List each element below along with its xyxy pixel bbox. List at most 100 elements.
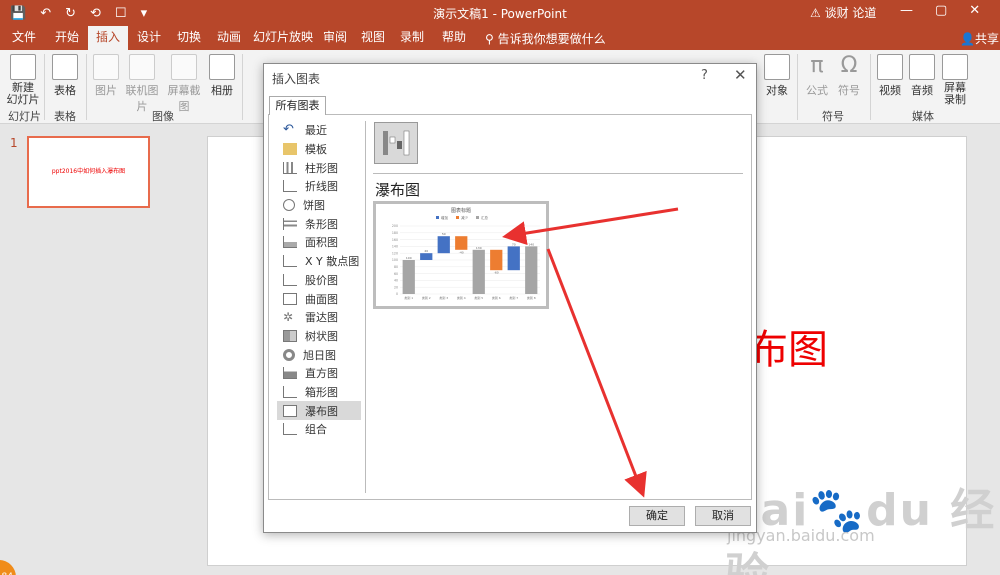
category-treemap[interactable]: 树状图 (277, 327, 361, 346)
category-templates[interactable]: 模板 (277, 140, 361, 159)
search-icon: ⚲ (485, 32, 494, 46)
tell-me-search[interactable]: ⚲ 告诉我你想要做什么 (485, 30, 606, 47)
scatter-chart-icon (283, 255, 297, 268)
picture-label: 图片 (95, 84, 117, 97)
album-label: 相册 (211, 84, 233, 97)
category-stock[interactable]: 股价图 (277, 271, 361, 290)
tab-home[interactable]: 开始 (48, 26, 86, 50)
slide-thumbnail[interactable]: ppt2016中如何插入瀑布图 (27, 136, 150, 208)
table-button[interactable]: 表格 (50, 54, 80, 98)
group-separator (86, 54, 87, 120)
share-label: 共享 (974, 32, 999, 46)
object-label: 对象 (766, 84, 788, 97)
tab-transitions[interactable]: 切换 (170, 26, 208, 50)
new-slide-button[interactable]: 新建 幻灯片 (6, 54, 40, 106)
close-icon[interactable]: ✕ (734, 66, 747, 84)
category-radar[interactable]: ✲ 雷达图 (277, 308, 361, 327)
category-histogram[interactable]: 直方图 (277, 364, 361, 383)
picture-button[interactable]: 图片 (92, 54, 120, 98)
category-pie[interactable]: 饼图 (277, 196, 361, 215)
album-icon (209, 54, 235, 80)
waterfall-bar (507, 246, 520, 271)
x-tick-label: 类别 4 (457, 295, 466, 300)
group-separator (797, 54, 798, 120)
tab-review[interactable]: 审阅 (318, 26, 352, 50)
group-separator (44, 54, 45, 120)
x-tick-label: 类别 8 (527, 295, 536, 300)
category-combo[interactable]: 组合 (277, 420, 361, 439)
album-button[interactable]: 相册 (208, 54, 236, 98)
waterfall-preview[interactable]: 图表标题 增加 减少 汇总 0 20 40 60 80 100 120 140 160 180 200 … (373, 201, 549, 309)
sunburst-chart-icon (283, 348, 295, 361)
chart-title: 图表标题 (451, 207, 471, 214)
audio-label: 音频 (911, 84, 933, 97)
area-chart-icon (283, 236, 297, 249)
maximize-icon[interactable]: ▢ (935, 3, 947, 18)
tab-design[interactable]: 设计 (130, 26, 168, 50)
symbol-button[interactable]: Ω 符号 (835, 54, 863, 98)
tab-slideshow[interactable]: 幻灯片放映 (252, 26, 314, 50)
tab-animations[interactable]: 动画 (210, 26, 248, 50)
category-boxwhisker[interactable]: 箱形图 (277, 383, 361, 402)
group-separator (870, 54, 871, 120)
data-label: 50 (442, 232, 446, 236)
category-recent[interactable]: ↶ 最近 (277, 121, 361, 140)
screenshot-button[interactable]: 屏幕截图 (164, 54, 204, 114)
ribbon-tabs: 文件 开始 插入 设计 切换 动画 幻灯片放映 审阅 视图 录制 帮助 ⚲ 告诉… (0, 26, 1000, 50)
minimize-icon[interactable]: — (900, 3, 913, 18)
slide-thumbnail-text: ppt2016中如何插入瀑布图 (51, 168, 126, 175)
waterfall-chart-icon (283, 404, 297, 417)
waterfall-variant-thumbnail[interactable] (374, 122, 418, 164)
cancel-button[interactable]: 取消 (695, 506, 751, 526)
category-scatter[interactable]: X Y 散点图 (277, 252, 361, 271)
column-chart-icon (283, 161, 297, 174)
share-button[interactable]: 👤共享 (960, 30, 999, 47)
category-bar[interactable]: 条形图 (277, 214, 361, 233)
tab-all-charts[interactable]: 所有图表 (269, 96, 326, 115)
dialog-title: 插入图表 (272, 72, 321, 86)
screen-record-button[interactable]: 屏幕 录制 (940, 54, 970, 106)
film-icon (877, 54, 903, 80)
folder-icon (283, 143, 297, 156)
equation-button[interactable]: π 公式 (803, 54, 831, 98)
floating-badge[interactable]: 84 (0, 560, 16, 575)
category-waterfall[interactable]: 瀑布图 (277, 401, 361, 420)
audio-button[interactable]: 音频 (908, 54, 936, 98)
treemap-chart-icon (283, 329, 297, 342)
object-button[interactable]: 对象 (762, 54, 792, 98)
screen-record-label: 屏幕 录制 (944, 81, 966, 106)
close-window-icon[interactable]: ✕ (969, 3, 980, 18)
category-column[interactable]: 柱形图 (277, 158, 361, 177)
ok-button[interactable]: 确定 (629, 506, 685, 526)
video-button[interactable]: 视频 (876, 54, 904, 98)
legend-label: 汇总 (481, 215, 489, 220)
category-area[interactable]: 面积图 (277, 233, 361, 252)
data-label: 140 (528, 242, 534, 246)
slide-title[interactable]: 布图 (748, 317, 828, 375)
object-icon (764, 54, 790, 80)
panel-separator (373, 173, 743, 174)
tab-help[interactable]: 帮助 (436, 26, 472, 50)
tab-insert[interactable]: 插入 (88, 26, 128, 50)
category-sunburst[interactable]: 旭日图 (277, 345, 361, 364)
radar-chart-icon: ✲ (283, 310, 294, 325)
online-picture-button[interactable]: 联机图片 (122, 54, 162, 114)
surface-chart-icon (283, 292, 297, 305)
tab-view[interactable]: 视图 (356, 26, 390, 50)
waterfall-variant-icon (383, 130, 410, 156)
tab-file[interactable]: 文件 (4, 26, 44, 50)
combo-chart-icon (283, 423, 297, 436)
tab-record[interactable]: 录制 (394, 26, 430, 50)
video-label: 视频 (879, 84, 901, 97)
user-account[interactable]: ⚠ 谈财 论道 (810, 4, 876, 21)
x-tick-label: 类别 3 (439, 295, 448, 300)
group-label-symbols: 符号 (822, 110, 844, 123)
waterfall-bar (455, 236, 468, 250)
data-label: 70 (512, 242, 516, 246)
category-surface[interactable]: 曲面图 (277, 289, 361, 308)
category-line[interactable]: 折线图 (277, 177, 361, 196)
legend-swatch (436, 216, 439, 219)
waterfall-bar (490, 249, 503, 271)
help-icon[interactable]: ? (701, 68, 708, 83)
picture-icon (93, 54, 119, 80)
